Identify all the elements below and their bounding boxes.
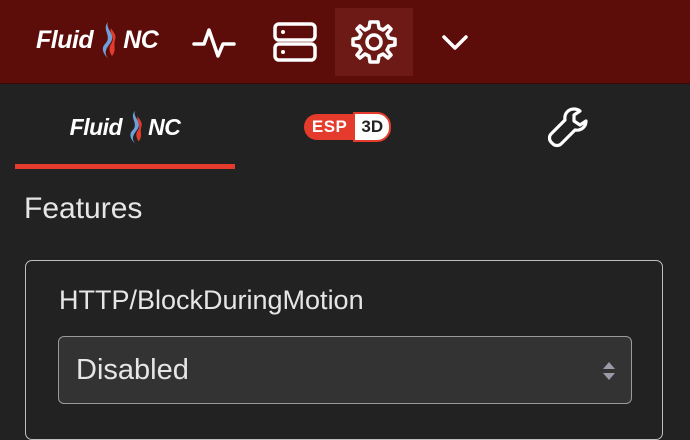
esp3d-logo-3d: 3D bbox=[353, 112, 392, 142]
select-value: Disabled bbox=[76, 354, 189, 386]
more-dropdown-button[interactable] bbox=[416, 8, 494, 76]
setting-label: HTTP/BlockDuringMotion bbox=[59, 285, 364, 315]
tab-logo-text-fluid: Fluid bbox=[69, 113, 123, 140]
section-title: Features bbox=[24, 192, 143, 225]
flame-icon bbox=[103, 22, 116, 58]
setting-card: HTTP/BlockDuringMotion Disabled bbox=[25, 260, 663, 440]
settings-panel: Fluid NC ESP 3D Features HTTP/BlockDurin… bbox=[0, 84, 690, 440]
settings-tabs: Fluid NC ESP 3D bbox=[0, 84, 690, 170]
top-navigation-bar: Fluid NC bbox=[0, 0, 690, 84]
fluidnc-tab-logo: Fluid NC bbox=[70, 109, 181, 145]
tab-fluidnc[interactable]: Fluid NC bbox=[15, 84, 235, 170]
logo-text-fluid: Fluid bbox=[36, 25, 94, 54]
tab-logo-text-nc: NC bbox=[148, 113, 181, 140]
logo-text-nc: NC bbox=[123, 25, 159, 54]
flame-icon bbox=[130, 110, 142, 144]
select-arrows-icon bbox=[603, 362, 615, 380]
tab-tools[interactable] bbox=[460, 84, 675, 170]
activity-nav-button[interactable] bbox=[175, 8, 253, 76]
esp3d-logo: ESP 3D bbox=[303, 112, 392, 142]
block-during-motion-select[interactable]: Disabled bbox=[58, 336, 632, 404]
server-nav-button[interactable] bbox=[256, 8, 334, 76]
active-tab-indicator bbox=[15, 164, 235, 169]
settings-gear-icon bbox=[351, 20, 397, 64]
wrench-icon bbox=[547, 107, 588, 148]
tab-esp3d[interactable]: ESP 3D bbox=[240, 84, 455, 170]
settings-nav-button[interactable] bbox=[335, 8, 413, 76]
fluidnc-logo: Fluid NC bbox=[36, 22, 159, 58]
chevron-down-icon bbox=[442, 35, 468, 50]
activity-icon bbox=[192, 28, 236, 58]
server-icon bbox=[273, 22, 317, 62]
esp3d-logo-esp: ESP bbox=[303, 114, 354, 140]
